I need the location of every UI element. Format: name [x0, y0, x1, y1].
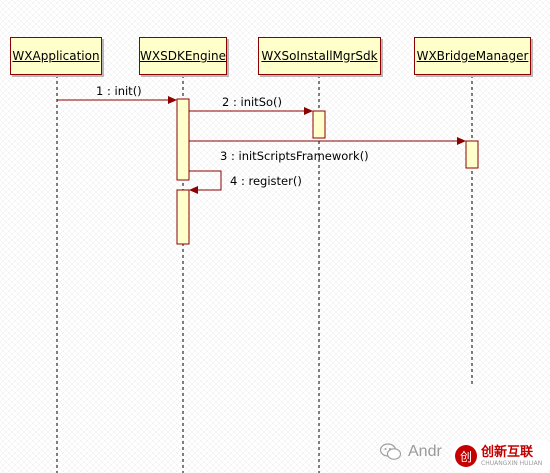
activation-wxsdkengine-1 [176, 98, 190, 181]
activation-wxsoinstallmgrsdk [312, 110, 326, 139]
message-label-register: 4 : register() [230, 174, 302, 188]
watermark-logo-subtext: CHUANGXIN HULIAN [481, 459, 543, 467]
activation-wxbridgemanager [465, 140, 479, 169]
message-arrow-register [189, 170, 222, 194]
logo-mark-icon: 创 [455, 445, 477, 467]
activation-wxsdkengine-2 [176, 189, 190, 245]
lifeline-header-wxbridgemanager[interactable]: WXBridgeManager [414, 37, 531, 75]
message-label-initscriptsframework: 3 : initScriptsFramework() [220, 149, 369, 163]
lifeline-header-wxsoinstallmgrsdk[interactable]: WXSoInstallMgrSdk [258, 37, 381, 75]
watermark-logo: 创 创新互联 CHUANGXIN HULIAN [452, 440, 550, 472]
watermark-text: Andr [408, 443, 442, 460]
wechat-icon [380, 443, 402, 460]
watermark-logo-text: 创新互联 [481, 444, 534, 460]
lifeline-header-wxapplication[interactable]: WXApplication [10, 37, 102, 75]
message-label-init: 1 : init() [96, 84, 142, 98]
lifeline-header-wxsdkengine[interactable]: WXSDKEngine [139, 37, 227, 75]
message-label-initso: 2 : initSo() [222, 95, 282, 109]
